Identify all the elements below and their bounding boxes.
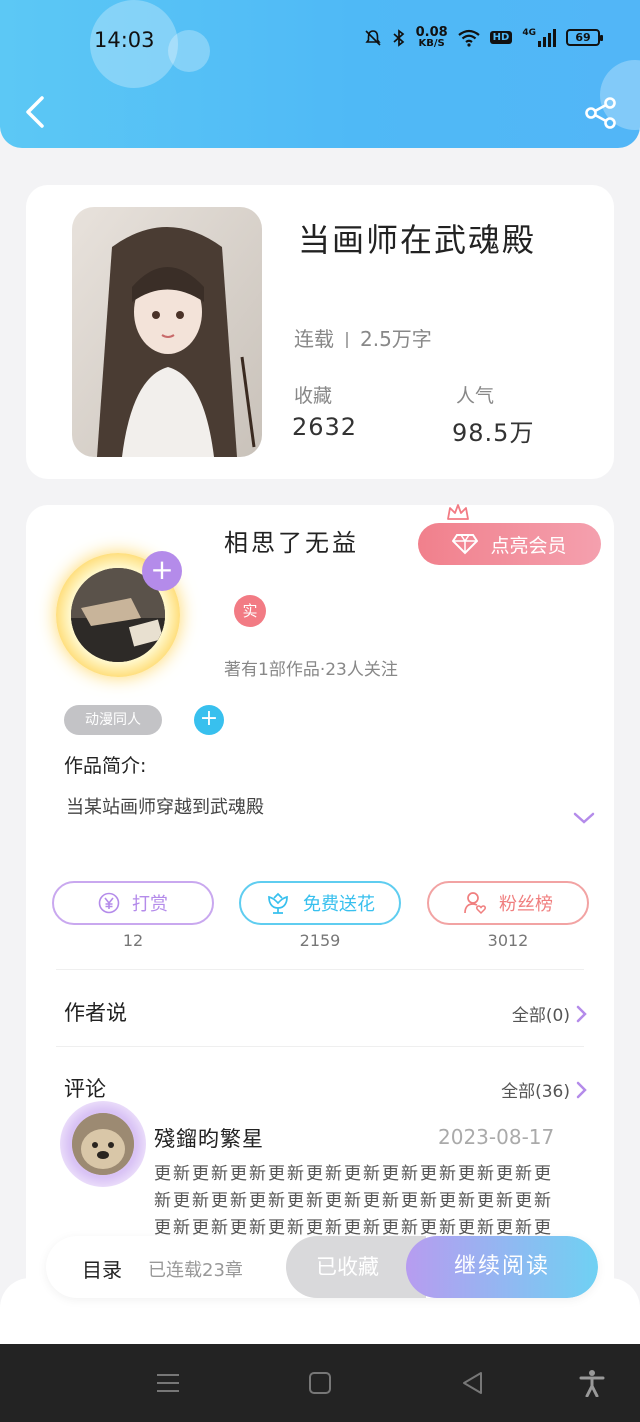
accessibility-icon[interactable] (578, 1369, 606, 1397)
header: 14:03 0.08 KB/S HD 4G 69 (0, 0, 640, 148)
comment-avatar-image (72, 1113, 134, 1175)
intro-label: 作品简介: (64, 755, 147, 777)
continue-reading-button[interactable]: 继续阅读 (406, 1236, 598, 1298)
wifi-icon (457, 29, 480, 47)
back-arrow-icon[interactable] (20, 92, 52, 132)
decor-bubble (168, 30, 210, 72)
toc-button[interactable]: 目录 (82, 1254, 122, 1283)
genre-tag[interactable]: 动漫同人 (64, 705, 162, 735)
flower-count: 2159 (299, 931, 341, 950)
reward-button[interactable]: 打赏 (52, 881, 214, 925)
comment-text: 更新更新更新更新更新更新更新更新更新更新更新更新更新更新更新更新更新更新更新更新… (154, 1164, 553, 1238)
fans-count: 3012 (487, 931, 529, 950)
author-says-all-link[interactable]: 全部(0) (512, 1001, 588, 1026)
comments-title: 评论 (64, 1077, 106, 1101)
book-title: 当画师在武魂殿 (298, 221, 537, 259)
comment-date: 2023-08-17 (438, 1125, 555, 1149)
menu-icon[interactable] (154, 1369, 182, 1397)
author-name: 相思了无益 (224, 529, 359, 557)
bottom-action-bar: 目录 已连载23章 已收藏 继续阅读 (46, 1236, 598, 1298)
book-cover[interactable] (72, 207, 262, 457)
status-divider (346, 332, 348, 348)
chevron-down-icon[interactable] (572, 810, 596, 826)
share-icon[interactable] (584, 96, 618, 130)
follow-author-button[interactable]: + (142, 551, 182, 591)
vip-button-label: 点亮会员 (490, 534, 567, 557)
chevron-right-icon (576, 1005, 587, 1022)
divider (56, 969, 584, 970)
hd-badge: HD (489, 31, 513, 44)
vip-button[interactable]: 点亮会员 (418, 523, 601, 565)
flower-icon (268, 892, 288, 914)
crown-icon (447, 504, 469, 520)
detail-card: + 相思了无益 点亮会员 实 著有1部作品·23人关注 动漫同人 + 作品简介:… (26, 504, 614, 1345)
intro-text: 当某站画师穿越到武魂殿 (66, 797, 264, 818)
word-count: 2.5万字 (360, 327, 432, 351)
popularity-value: 98.5万 (452, 419, 535, 447)
diamond-icon (452, 534, 479, 555)
user-heart-icon (464, 892, 486, 915)
home-icon[interactable] (306, 1369, 334, 1397)
author-says-title: 作者说 (64, 1001, 127, 1025)
comment-username: 殘鎦昀繁星 (154, 1127, 264, 1151)
status-time: 14:03 (94, 28, 155, 52)
book-info-card: 当画师在武魂殿 连载 2.5万字 收藏 2632 人气 98.5万 (26, 185, 614, 479)
signal-icon: 4G (522, 28, 556, 47)
verified-real-badge: 实 (234, 595, 266, 627)
serial-status: 连载 (294, 327, 334, 351)
popularity-label: 人气 (456, 385, 495, 407)
comments-all-link[interactable]: 全部(36) (501, 1077, 588, 1102)
status-icons: 0.08 KB/S HD 4G 69 (364, 25, 603, 49)
bluetooth-icon (393, 28, 404, 47)
battery-icon: 69 (566, 29, 603, 46)
toc-chapter-count: 已连载23章 (148, 1260, 243, 1281)
fans-rank-label: 粉丝榜 (499, 894, 553, 915)
reward-count: 12 (122, 931, 144, 950)
book-status-line: 连载 2.5万字 (294, 323, 432, 352)
reward-label: 打赏 (132, 894, 168, 915)
add-tag-button[interactable]: + (194, 705, 224, 735)
free-flower-label: 免费送花 (303, 894, 375, 915)
chevron-right-icon (576, 1081, 587, 1098)
nav-back-icon[interactable] (459, 1369, 487, 1397)
favorites-value: 2632 (292, 413, 358, 441)
author-says-all-label: 全部(0) (511, 1006, 570, 1026)
comment-avatar[interactable] (60, 1101, 146, 1187)
system-nav-bar (0, 1344, 640, 1422)
free-flower-button[interactable]: 免费送花 (239, 881, 401, 925)
divider (56, 1046, 584, 1047)
net-speed: 0.08 KB/S (415, 25, 448, 49)
yen-icon (98, 892, 120, 914)
fans-rank-button[interactable]: 粉丝榜 (427, 881, 589, 925)
favorites-label: 收藏 (294, 385, 333, 407)
mute-bell-icon (364, 29, 381, 46)
favorited-button[interactable]: 已收藏 (286, 1236, 426, 1298)
author-meta: 著有1部作品·23人关注 (224, 660, 398, 680)
comments-all-label: 全部(36) (501, 1082, 570, 1102)
